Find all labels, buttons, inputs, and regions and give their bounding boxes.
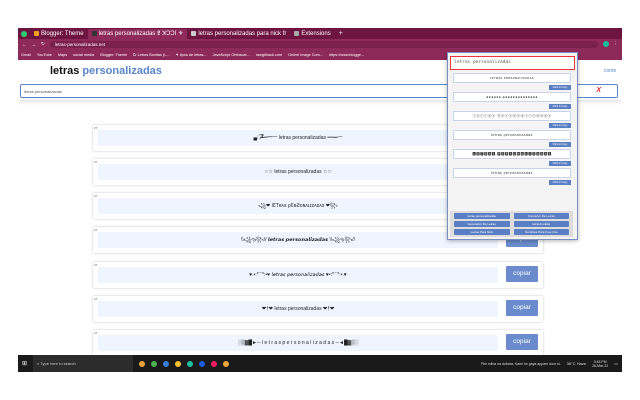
styled-text[interactable]: ❤†❤ letras personalizadas ❤†❤ xyxy=(98,301,498,317)
copy-button[interactable]: copiar xyxy=(506,300,538,316)
copy-button[interactable]: copiar xyxy=(506,266,538,282)
styled-text[interactable]: \\꧁ఌ꧂// 𝙡𝙚𝙩𝙧𝙖𝙨 𝙥𝙚𝙧𝙨𝙤𝙣𝙖𝙡𝙞𝙯𝙖𝙙𝙖𝙨 \\꧁ఌ꧂// xyxy=(98,232,498,248)
click-to-copy-button[interactable]: Click to Copy xyxy=(549,104,571,109)
app-icon[interactable] xyxy=(211,360,218,367)
blogger-icon xyxy=(34,31,39,36)
site-logo[interactable]: letras personalizadas xyxy=(50,65,162,77)
forward-icon[interactable]: → xyxy=(32,42,37,47)
bookmark[interactable]: social media xyxy=(73,53,94,57)
site-icon xyxy=(91,31,97,36)
styled-text[interactable]: ▄︻̷̿┻̿═━一 letras personalizadas ══━一 xyxy=(98,130,498,146)
site-icon xyxy=(191,31,197,36)
taskbar: ⊞ ⌕ Type here to search Phir milna na do… xyxy=(18,355,622,372)
popup-font-item: ●●●●●● ●●●●●●●●●●●●●● xyxy=(453,92,571,102)
font-card: 27 ❤†❤ letras personalizadas ❤†❤ copiar xyxy=(93,296,543,322)
popup-links: letras personalizadas Convertor De Letra… xyxy=(450,211,573,237)
popup-font-item: ʟᴇᴛʀᴀs ᴘᴇʀsᴏɴᴀʟɪᴢᴀᴅᴀs xyxy=(453,73,571,83)
app-icon[interactable] xyxy=(151,360,158,367)
clear-button[interactable]: X xyxy=(596,87,601,94)
bookmark[interactable]: Blogger: Theme xyxy=(100,53,127,57)
popup-font-item: 🅻🅴🆃🆁🅰🆂 🅿🅴🆁🆂🅾🅽🅰🅻🅸🆉🅰🅳🅰🆂 xyxy=(453,149,571,159)
bookmark[interactable]: Ꮭr Letras Bonitas (L... xyxy=(133,53,169,57)
font-card: 27 ░▒▓█►─ l e t r a s p e r s o n a l i z… xyxy=(93,330,543,356)
tab-bar: Blogger: Theme letras personalizadas 𝕷 ꓘ… xyxy=(18,28,622,39)
click-to-copy-button[interactable]: Click to Copy xyxy=(549,142,571,147)
popup-link[interactable]: Letras Para Nick xyxy=(454,229,510,235)
popup-font-item: letras personalizadas xyxy=(453,130,571,140)
bookmark[interactable]: rawgithack.com xyxy=(256,53,282,57)
puzzle-icon xyxy=(294,31,300,36)
styled-text[interactable]: ꧁❤ ƖƐƬʀᴀѕ ρƐʀƧᴏɴᴀʟɪᴢᴀᴅᴀѕ ❤꧂ xyxy=(98,198,498,214)
clock[interactable]: 3:48 PM 26-Mar-22 xyxy=(592,360,608,368)
bookmark[interactable]: JavaScript Obfuscat... xyxy=(213,53,250,57)
notification-icon[interactable]: ▭ xyxy=(614,361,618,366)
bookmark[interactable]: https://www.blogge... xyxy=(329,53,364,57)
styled-text[interactable]: ░▒▓█►─ l e t r a s p e r s o n a l i z a… xyxy=(98,335,498,351)
popup-link[interactable]: Convertor De Letras xyxy=(513,213,569,219)
reload-icon[interactable]: ↻ xyxy=(41,41,45,47)
address-bar: ← → ↻ letras-personalizadas.net ⋮ xyxy=(18,39,622,49)
click-to-copy-button[interactable]: Click to Copy xyxy=(549,180,571,185)
grammarly-extension-icon[interactable] xyxy=(602,41,609,47)
app-icon[interactable] xyxy=(187,360,194,367)
tab-letras[interactable]: letras personalizadas 𝕷 ꓘƆƆI ⚜ xyxy=(87,28,188,39)
app-icon[interactable] xyxy=(163,360,170,367)
weather[interactable]: 36°C Haze xyxy=(567,361,586,366)
chrome-icon[interactable] xyxy=(139,360,146,367)
bookmark[interactable]: YouTube xyxy=(37,53,52,57)
bookmark[interactable]: Maps xyxy=(58,53,67,57)
menu-icon[interactable]: ⋮ xyxy=(614,41,619,47)
chrome-icon[interactable] xyxy=(223,360,230,367)
tab-letras-nick[interactable]: letras personalizadas para nick fr xyxy=(187,29,290,39)
screen: Blogger: Theme letras personalizadas 𝕷 ꓘ… xyxy=(18,28,622,372)
contact-link[interactable]: conte xyxy=(604,68,616,74)
bookmark[interactable]: ✦ tipos de letras... xyxy=(176,52,207,57)
click-to-copy-button[interactable]: Click to Copy xyxy=(549,123,571,128)
styled-text[interactable]: ♥.•:*¨¨*:•♥ 𝘭𝘦𝘵𝘳𝘢𝘴 𝘱𝘦𝘳𝘴𝘰𝘯𝘢𝘭𝘪𝘻𝘢𝘥𝘢𝘴 ♥•:*¨¨… xyxy=(98,267,498,283)
copy-button[interactable]: copiar xyxy=(506,334,538,350)
popup-link[interactable]: Nombres Para Free Fire xyxy=(513,229,569,235)
url-input[interactable]: letras-personalizadas.net xyxy=(49,40,598,48)
news-ticker[interactable]: Phir milna na dobara, Kami ho gaya appar… xyxy=(481,362,561,366)
taskbar-search[interactable]: ⌕ Type here to search xyxy=(33,355,134,372)
font-card: 27 ♥.•:*¨¨*:•♥ 𝘭𝘦𝘵𝘳𝘢𝘴 𝘱𝘦𝘳𝘴𝘰𝘯𝘢𝘭𝘪𝘻𝘢𝘥𝘢𝘴 ♥•:*… xyxy=(93,262,543,288)
tab-blogger[interactable]: Blogger: Theme xyxy=(30,29,88,39)
popup-link[interactable]: letras bonitas xyxy=(513,221,569,227)
click-to-copy-button[interactable]: Click to Copy xyxy=(549,85,571,90)
windows-start-icon[interactable]: ⊞ xyxy=(22,360,27,367)
tab-extensions[interactable]: Extensions xyxy=(290,29,334,39)
new-tab-button[interactable]: + xyxy=(339,30,343,37)
click-to-copy-button[interactable]: Click to Copy xyxy=(549,161,571,166)
popup-font-item: letras personalizadas xyxy=(453,168,571,178)
popup-link[interactable]: letras personalizadas xyxy=(454,213,510,219)
styled-text[interactable]: ☜☆ letras personalizadas ☆☞ xyxy=(98,164,498,180)
popup-font-item: ⓛⓔⓣⓡⓐⓢ ⓟⓔⓡⓢⓞⓝⓐⓛⓘⓩⓐⓓⓐⓢ xyxy=(453,111,571,121)
popup-link[interactable]: Generador De Letras xyxy=(454,221,510,227)
whatsapp-icon[interactable] xyxy=(21,30,27,37)
folder-icon[interactable] xyxy=(175,360,182,367)
popup-text-input[interactable]: letras personalizadas xyxy=(450,56,575,70)
bookmark[interactable]: Gmail xyxy=(21,53,31,57)
back-icon[interactable]: ← xyxy=(22,42,27,47)
app-icon[interactable] xyxy=(199,360,206,367)
extension-popup: letras personalizadas ʟᴇᴛʀᴀs ᴘᴇʀsᴏɴᴀʟɪᴢᴀ… xyxy=(447,52,578,240)
bookmark[interactable]: Online Image Com... xyxy=(288,53,323,57)
